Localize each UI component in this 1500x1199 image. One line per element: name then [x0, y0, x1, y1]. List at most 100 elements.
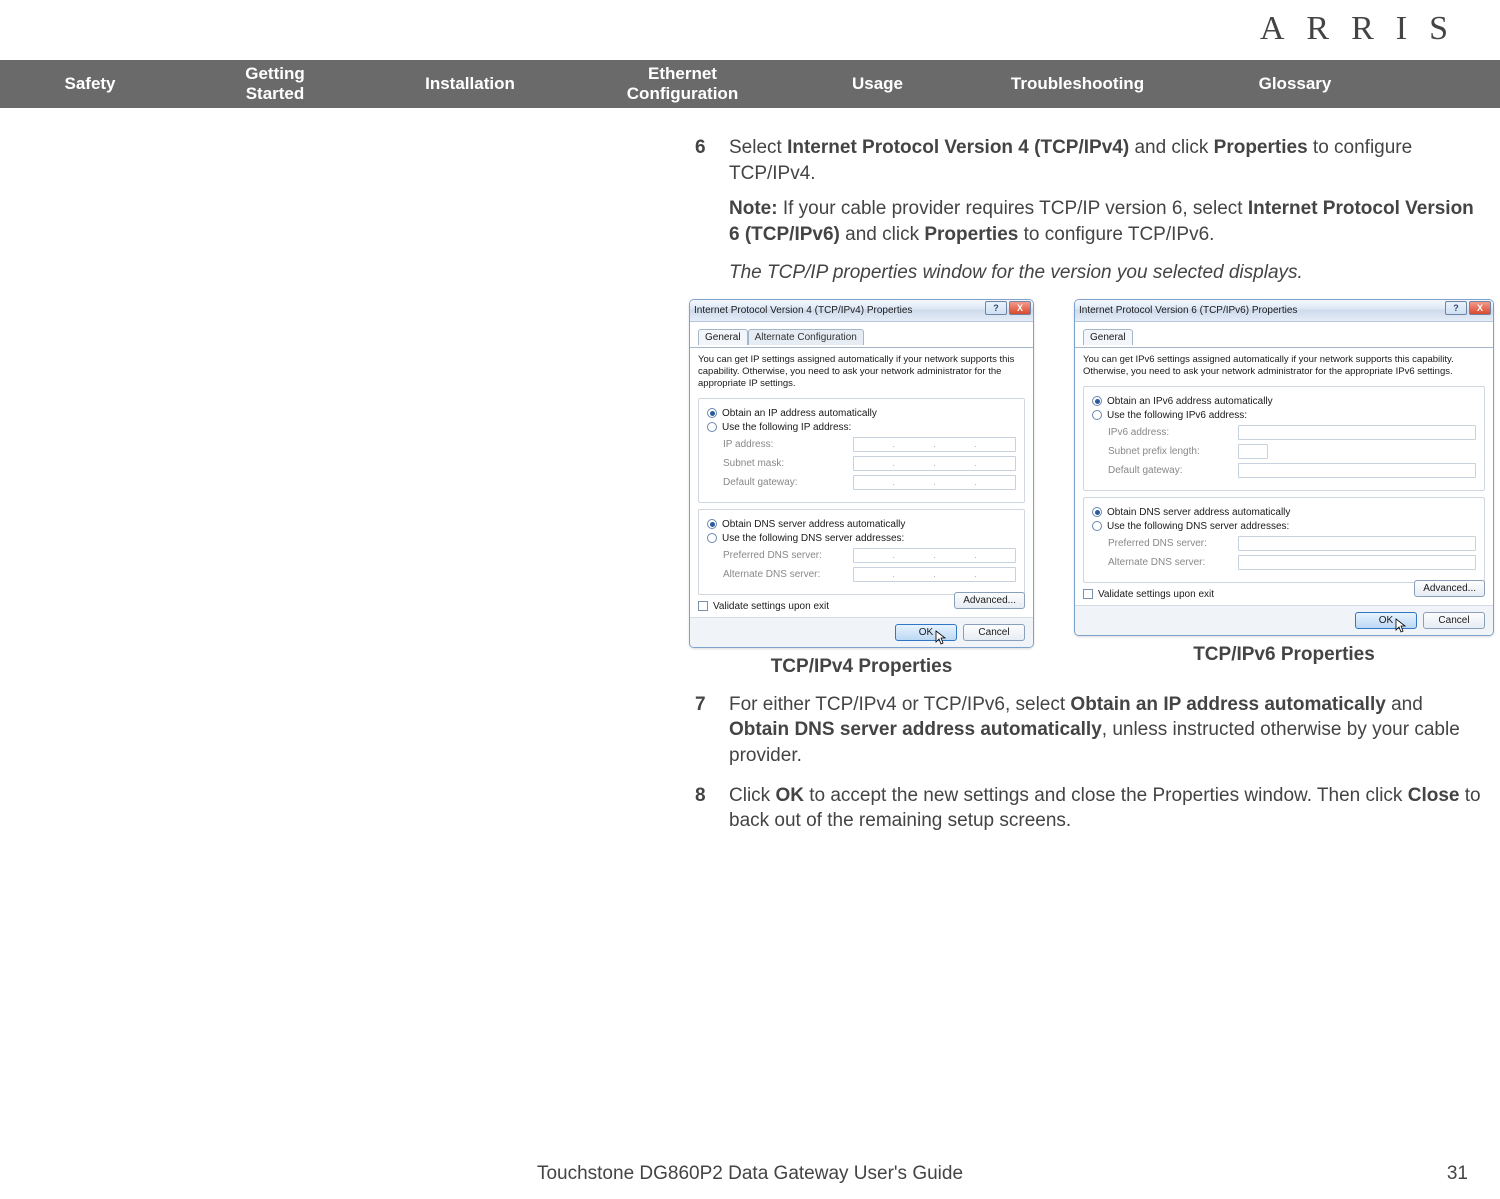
ipv6-prefix-input[interactable]	[1238, 444, 1268, 459]
ipv6-ip-label: IPv6 address:	[1108, 427, 1238, 438]
ipv6-tab-general[interactable]: General	[1083, 329, 1133, 345]
ipv4-advanced-button[interactable]: Advanced...	[954, 592, 1025, 609]
footer-title: Touchstone DG860P2 Data Gateway User's G…	[0, 1163, 1500, 1185]
step-8-num: 8	[695, 783, 729, 834]
ipv4-close-button[interactable]: X	[1009, 301, 1031, 315]
brand-logo: ARRIS	[1260, 10, 1470, 48]
ipv6-radio-use-dns[interactable]	[1092, 521, 1102, 531]
step-6-note-2: and click	[840, 224, 924, 245]
step-7-num: 7	[695, 692, 729, 769]
ipv4-radio-use-dns[interactable]	[707, 533, 717, 543]
ipv4-mask-input[interactable]: ...	[853, 456, 1016, 471]
ipv6-cancel-button[interactable]: Cancel	[1423, 612, 1485, 629]
nav-glossary[interactable]: Glossary	[1195, 74, 1395, 94]
ipv4-radio-auto-dns[interactable]	[707, 519, 717, 529]
ipv6-radio-auto-dns[interactable]	[1092, 507, 1102, 517]
step-7-text-1: For either TCP/IPv4 or TCP/IPv6, select	[729, 694, 1070, 715]
page-number: 31	[1447, 1163, 1468, 1185]
step-7-bold-1: Obtain an IP address automatically	[1070, 694, 1385, 715]
ipv4-ok-button[interactable]: OK	[895, 624, 957, 641]
ipv4-titlebar[interactable]: Internet Protocol Version 4 (TCP/IPv4) P…	[690, 300, 1033, 322]
ipv4-ip-group: Obtain an IP address automatically Use t…	[698, 398, 1025, 503]
ipv4-pref-dns-label: Preferred DNS server:	[723, 550, 853, 561]
ipv6-titlebar[interactable]: Internet Protocol Version 6 (TCP/IPv6) P…	[1075, 300, 1493, 322]
ipv4-help-button[interactable]: ?	[985, 301, 1007, 315]
cursor-icon	[1395, 618, 1407, 634]
ipv4-dialog: Internet Protocol Version 4 (TCP/IPv4) P…	[689, 299, 1034, 648]
step-8-text-2: to accept the new settings and close the…	[804, 785, 1408, 806]
ipv4-dns-group: Obtain DNS server address automatically …	[698, 509, 1025, 595]
ipv6-radio-use-dns-label: Use the following DNS server addresses:	[1107, 521, 1289, 532]
dialog-screenshots: Internet Protocol Version 4 (TCP/IPv4) P…	[689, 299, 1482, 678]
ipv6-caption: TCP/IPv6 Properties	[1074, 644, 1494, 666]
ipv4-ip-label: IP address:	[723, 439, 853, 450]
ipv6-pref-dns-label: Preferred DNS server:	[1108, 538, 1238, 549]
ipv6-alt-dns-label: Alternate DNS server:	[1108, 557, 1238, 568]
nav-safety[interactable]: Safety	[0, 74, 180, 94]
step-6-bold-1: Internet Protocol Version 4 (TCP/IPv4)	[787, 137, 1129, 158]
ipv6-ok-button[interactable]: OK	[1355, 612, 1417, 629]
step-6-note-3: to configure TCP/IPv6.	[1018, 224, 1214, 245]
ipv4-caption: TCP/IPv4 Properties	[689, 656, 1034, 678]
step-6-note-1: If your cable provider requires TCP/IP v…	[778, 198, 1248, 219]
ipv4-alt-dns-label: Alternate DNS server:	[723, 569, 853, 580]
ipv6-validate-label: Validate settings upon exit	[1098, 589, 1214, 600]
nav-ethernet-config[interactable]: Ethernet Configuration	[570, 64, 795, 105]
step-7-text-2: and	[1386, 694, 1423, 715]
ipv6-close-button[interactable]: X	[1469, 301, 1491, 315]
ipv4-mask-label: Subnet mask:	[723, 458, 853, 469]
ipv4-ip-input[interactable]: ...	[853, 437, 1016, 452]
ipv6-radio-use-ip-label: Use the following IPv6 address:	[1107, 410, 1247, 421]
ipv6-dns-group: Obtain DNS server address automatically …	[1083, 497, 1485, 583]
nav-usage[interactable]: Usage	[795, 74, 960, 94]
ipv6-radio-auto-ip-label: Obtain an IPv6 address automatically	[1107, 396, 1273, 407]
step-8: 8 Click OK to accept the new settings an…	[695, 783, 1482, 834]
ipv4-tab-general[interactable]: General	[698, 329, 748, 345]
nav-getting-line2: Started	[180, 84, 370, 104]
ipv4-validate-checkbox[interactable]	[698, 601, 708, 611]
ipv4-alt-dns-input[interactable]: ...	[853, 567, 1016, 582]
ipv4-description: You can get IP settings assigned automat…	[698, 354, 1025, 390]
cursor-icon	[935, 630, 947, 646]
ipv4-validate-label: Validate settings upon exit	[713, 601, 829, 612]
ipv4-radio-auto-ip[interactable]	[707, 408, 717, 418]
ipv6-ip-input[interactable]	[1238, 425, 1476, 440]
ipv6-radio-use-ip[interactable]	[1092, 410, 1102, 420]
step-6-num: 6	[695, 135, 729, 285]
ipv4-cancel-button[interactable]: Cancel	[963, 624, 1025, 641]
step-6-text-2: and click	[1129, 137, 1213, 158]
ipv6-validate-checkbox[interactable]	[1083, 589, 1093, 599]
ipv4-radio-use-ip[interactable]	[707, 422, 717, 432]
ipv6-gw-input[interactable]	[1238, 463, 1476, 478]
ipv6-prefix-label: Subnet prefix length:	[1108, 446, 1238, 457]
ipv6-gw-label: Default gateway:	[1108, 465, 1238, 476]
step-6-bold-2: Properties	[1214, 137, 1308, 158]
ipv6-radio-auto-dns-label: Obtain DNS server address automatically	[1107, 507, 1290, 518]
ipv4-tab-alternate[interactable]: Alternate Configuration	[748, 329, 864, 345]
nav-ethernet-line2: Configuration	[570, 84, 795, 104]
ipv6-radio-auto-ip[interactable]	[1092, 396, 1102, 406]
ipv4-radio-use-dns-label: Use the following DNS server addresses:	[722, 533, 904, 544]
nav-getting-started[interactable]: Getting Started	[180, 64, 370, 105]
ipv4-pref-dns-input[interactable]: ...	[853, 548, 1016, 563]
ipv4-radio-auto-dns-label: Obtain DNS server address automatically	[722, 519, 905, 530]
ipv6-title: Internet Protocol Version 6 (TCP/IPv6) P…	[1079, 305, 1297, 316]
ipv4-gw-input[interactable]: ...	[853, 475, 1016, 490]
step-6: 6 Select Internet Protocol Version 4 (TC…	[695, 135, 1482, 285]
ipv6-advanced-button[interactable]: Advanced...	[1414, 580, 1485, 597]
step-8-bold-1: OK	[775, 785, 804, 806]
nav-ethernet-line1: Ethernet	[570, 64, 795, 84]
step-8-bold-2: Close	[1408, 785, 1460, 806]
ipv6-pref-dns-input[interactable]	[1238, 536, 1476, 551]
step-6-italic: The TCP/IP properties window for the ver…	[729, 260, 1482, 286]
ipv4-gw-label: Default gateway:	[723, 477, 853, 488]
nav-installation[interactable]: Installation	[370, 74, 570, 94]
step-6-note-label: Note:	[729, 198, 778, 219]
ipv6-alt-dns-input[interactable]	[1238, 555, 1476, 570]
step-7-bold-2: Obtain DNS server address automatically	[729, 719, 1102, 740]
ipv6-help-button[interactable]: ?	[1445, 301, 1467, 315]
main-nav: Safety Getting Started Installation Ethe…	[0, 60, 1500, 108]
nav-troubleshooting[interactable]: Troubleshooting	[960, 74, 1195, 94]
step-6-note-bold-2: Properties	[924, 224, 1018, 245]
ipv4-radio-use-ip-label: Use the following IP address:	[722, 422, 851, 433]
